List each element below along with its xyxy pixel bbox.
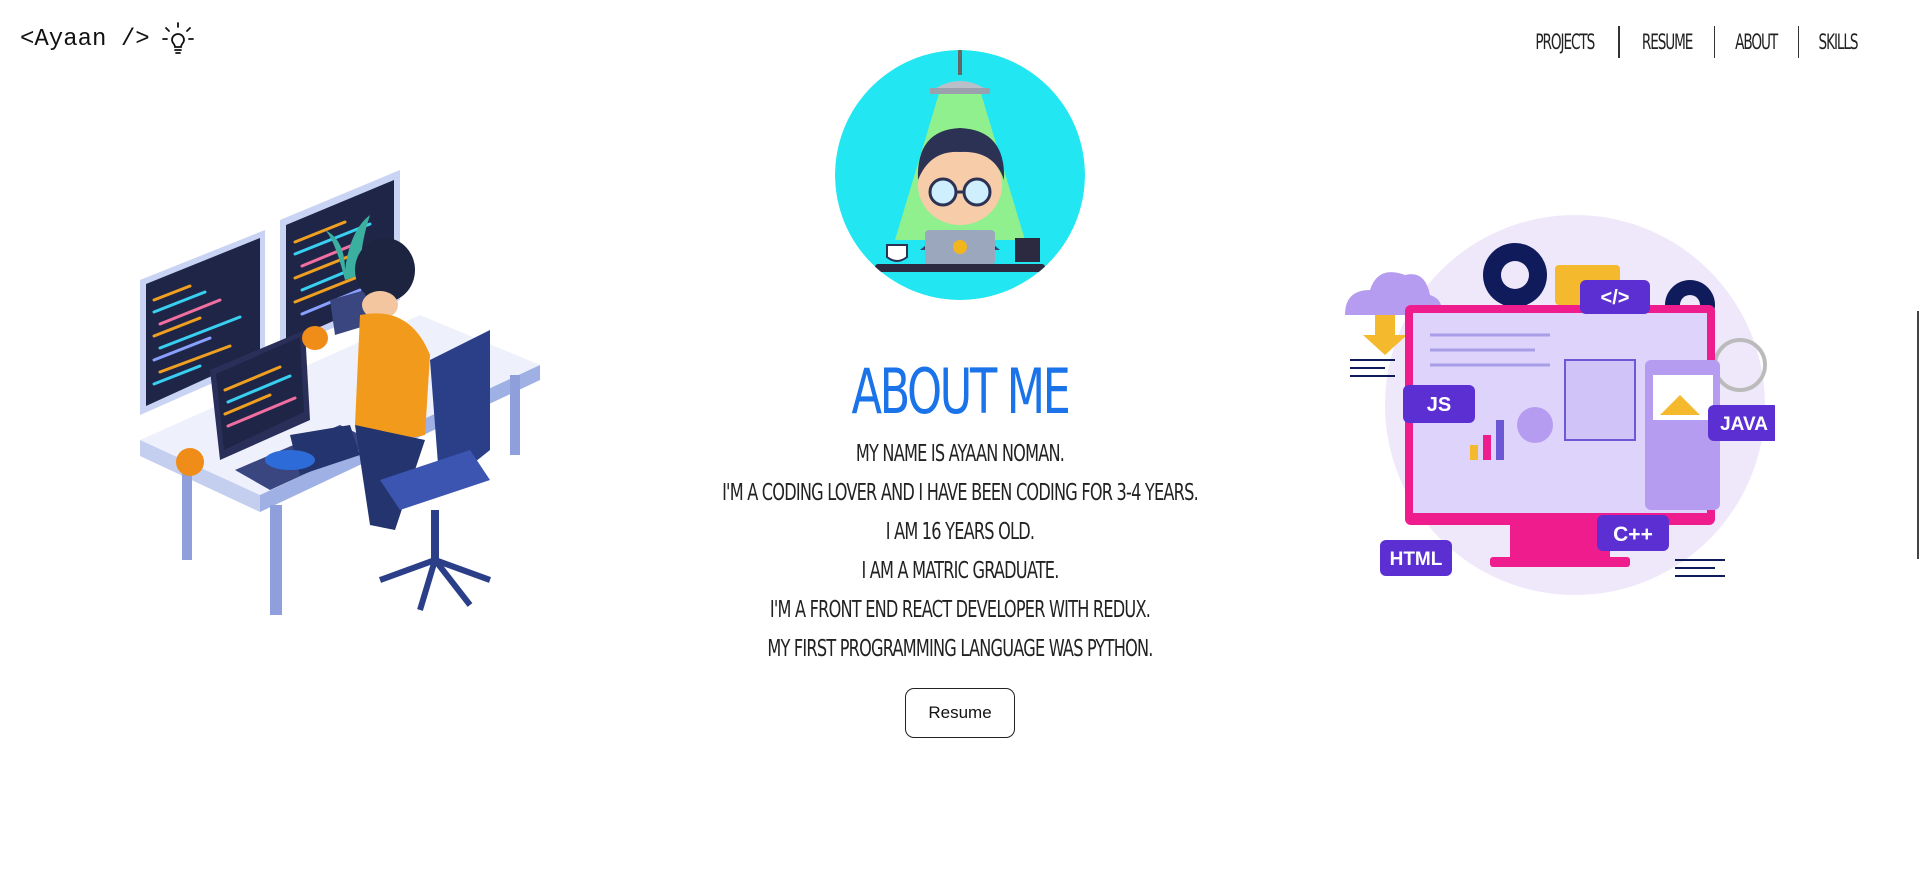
avatar-illustration <box>835 50 1085 300</box>
site-logo[interactable]: <Ayaan /> <box>20 22 194 56</box>
nav-resume[interactable]: RESUME <box>1637 30 1696 54</box>
cpp-badge-label: C++ <box>1613 523 1653 546</box>
nav-divider <box>1713 26 1716 58</box>
js-badge-label: JS <box>1427 394 1451 416</box>
lightbulb-icon <box>161 22 194 54</box>
java-badge: JAVA <box>1708 405 1775 441</box>
nav-projects[interactable]: PROJECTS <box>1532 30 1599 54</box>
programming-languages-illustration: JS </> JAVA HTML C++ <box>1345 215 1775 595</box>
about-line: I'M A CODING LOVER AND I HAVE BEEN CODIN… <box>722 480 1199 506</box>
nav-divider <box>1797 26 1799 58</box>
code-tag-badge: </> <box>1580 280 1650 314</box>
about-line: I AM A MATRIC GRADUATE. <box>861 558 1059 584</box>
resume-button[interactable]: Resume <box>905 688 1015 738</box>
about-line: MY NAME IS AYAAN NOMAN. <box>855 441 1065 467</box>
html-badge-label: HTML <box>1390 549 1443 570</box>
nav-divider <box>1618 26 1620 58</box>
js-badge: JS <box>1403 385 1475 423</box>
main-nav: PROJECTS RESUME ABOUT SKILLS <box>1518 26 1871 58</box>
logo-text: <Ayaan /> <box>20 25 150 53</box>
about-text: MY NAME IS AYAAN NOMAN. I'M A CODING LOV… <box>560 435 1360 669</box>
about-line: I'M A FRONT END REACT DEVELOPER WITH RED… <box>769 597 1151 623</box>
about-title: ABOUT ME <box>851 355 1071 428</box>
html-badge: HTML <box>1380 540 1452 576</box>
developer-desk-illustration <box>140 170 540 615</box>
code-tag-badge-label: </> <box>1601 287 1630 309</box>
about-line: I AM 16 YEARS OLD. <box>885 519 1035 545</box>
java-badge-label: JAVA <box>1720 414 1768 435</box>
nav-skills[interactable]: SKILLS <box>1814 30 1862 54</box>
about-line: MY FIRST PROGRAMMING LANGUAGE WAS PYTHON… <box>767 636 1153 662</box>
cpp-badge: C++ <box>1597 515 1669 551</box>
nav-about[interactable]: ABOUT <box>1731 30 1782 54</box>
